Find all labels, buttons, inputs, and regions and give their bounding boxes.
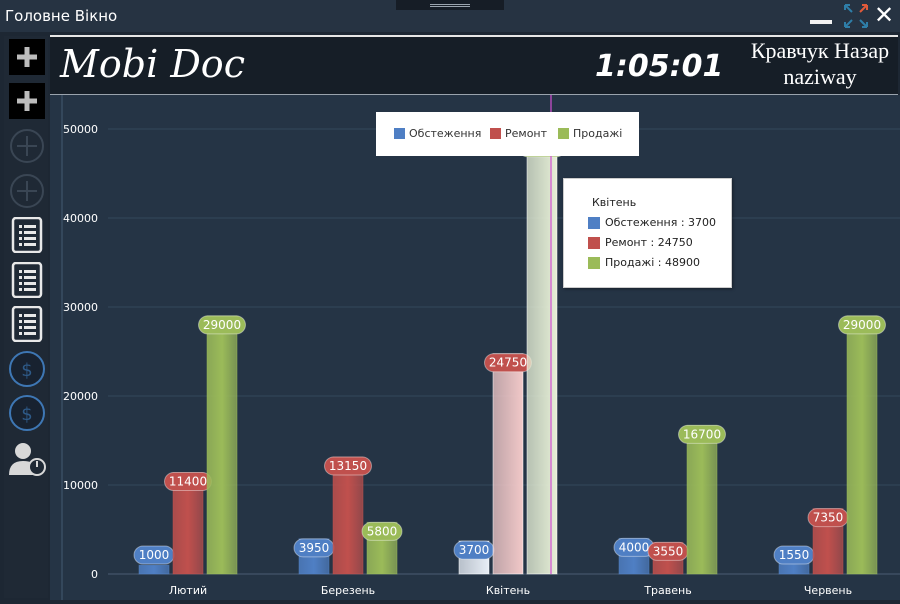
x-tick-label: Травень	[643, 584, 691, 597]
bar-chart[interactable]: 0 10000 20000 30000 40000 50000 1000 11400 29000…	[50, 95, 900, 600]
legend-label: Продажі	[573, 127, 623, 140]
sidebar: $ $	[4, 36, 48, 598]
app-title: Mobi Doc	[60, 42, 245, 86]
bar	[206, 315, 238, 575]
dollar-button-1[interactable]: $	[9, 351, 45, 387]
chart-legend: Обстеження Ремонт Продажі	[376, 112, 639, 156]
bar	[846, 315, 878, 575]
data-label: 1550	[779, 548, 810, 562]
tooltip-row: Продажі : 48900	[588, 256, 700, 269]
legend-swatch	[490, 128, 501, 139]
add-button-2[interactable]	[9, 83, 45, 119]
tooltip-swatch	[588, 216, 600, 229]
legend-label: Обстеження	[409, 127, 482, 140]
tooltip-row: Обстеження : 3700	[588, 216, 716, 229]
add-circle-button-1[interactable]	[9, 128, 45, 164]
header: Mobi Doc 1:05:01 Кравчук Назар naziway	[50, 35, 898, 96]
data-label: 3550	[653, 544, 684, 558]
data-label: 11400	[169, 475, 207, 489]
data-label: 24750	[489, 356, 527, 370]
data-label: 13150	[329, 459, 367, 473]
y-tick-label: 40000	[63, 212, 98, 225]
x-tick-label: Березень	[321, 584, 375, 597]
chart-tooltip: Квітень Обстеження : 3700 Ремонт : 24750…	[563, 178, 732, 288]
legend-label: Ремонт	[505, 127, 548, 140]
data-label: 16700	[683, 427, 721, 441]
user-name: Кравчук Назар naziway	[740, 38, 900, 90]
data-label: 5800	[367, 524, 398, 538]
add-circle-icon	[10, 129, 44, 163]
dollar-icon: $	[9, 395, 45, 431]
x-tick-label: Лютий	[169, 584, 207, 597]
data-label: 29000	[203, 318, 241, 332]
dollar-button-2[interactable]: $	[9, 395, 45, 431]
tooltip-row-text: Обстеження : 3700	[605, 216, 717, 229]
legend-item-repair: Ремонт	[490, 127, 547, 140]
user-power-icon	[9, 443, 46, 476]
tooltip-title: Квітень	[592, 196, 637, 209]
list-icon	[11, 261, 43, 299]
y-tick-label: 0	[91, 568, 98, 581]
tooltip-row-text: Продажі : 48900	[605, 256, 700, 269]
legend-swatch	[558, 128, 569, 139]
logout-button[interactable]	[9, 441, 46, 477]
add-circle-button-2[interactable]	[9, 173, 45, 209]
add-button-1[interactable]	[9, 39, 45, 75]
chart-area[interactable]: 0 10000 20000 30000 40000 50000 1000 11400 29000…	[50, 95, 900, 600]
list-icon	[11, 216, 43, 254]
data-label: 1000	[139, 548, 170, 562]
x-tick-label: Квітень	[486, 584, 530, 597]
legend-item-inspection: Обстеження	[394, 127, 481, 140]
bar	[686, 424, 718, 575]
tooltip-swatch	[588, 236, 600, 249]
add-circle-icon	[10, 174, 44, 208]
tooltip-swatch	[588, 256, 600, 269]
bar	[526, 138, 558, 575]
y-tick-label: 20000	[63, 390, 98, 403]
close-button[interactable]: ✕	[874, 2, 894, 28]
data-label: 3700	[459, 543, 490, 557]
y-tick-label: 30000	[63, 301, 98, 314]
window-title: Головне Вікно	[5, 7, 118, 25]
minimize-button[interactable]	[810, 20, 832, 24]
bar	[138, 564, 170, 575]
y-tick-label: 10000	[63, 479, 98, 492]
clock: 1:05:01	[595, 49, 724, 84]
legend-swatch	[394, 128, 405, 139]
bar	[492, 353, 524, 575]
plus-icon	[9, 83, 45, 119]
dollar-icon: $	[9, 351, 45, 387]
drag-handle[interactable]	[396, 0, 504, 10]
y-tick-label: 50000	[63, 123, 98, 136]
svg-text:$: $	[21, 404, 32, 425]
tooltip-row-text: Ремонт : 24750	[605, 236, 693, 249]
data-label: 29000	[843, 318, 881, 332]
user-full-name: Кравчук Назар	[750, 38, 890, 63]
data-label: 4000	[619, 540, 650, 554]
list-button-3[interactable]	[9, 305, 45, 343]
data-label: 3950	[299, 541, 330, 555]
list-icon	[11, 305, 43, 343]
list-button-2[interactable]	[9, 261, 45, 299]
data-label: 7350	[813, 511, 844, 525]
maximize-button[interactable]	[842, 2, 870, 30]
plus-icon	[9, 39, 45, 75]
svg-text:$: $	[21, 360, 32, 381]
expand-icon	[844, 4, 868, 28]
legend-item-sales: Продажі	[558, 127, 622, 140]
user-login: naziway	[783, 64, 857, 89]
x-tick-label: Червень	[804, 584, 852, 597]
tooltip-row: Ремонт : 24750	[588, 236, 693, 249]
title-bar: Головне Вікно ✕	[0, 0, 900, 32]
list-button-1[interactable]	[9, 216, 45, 254]
